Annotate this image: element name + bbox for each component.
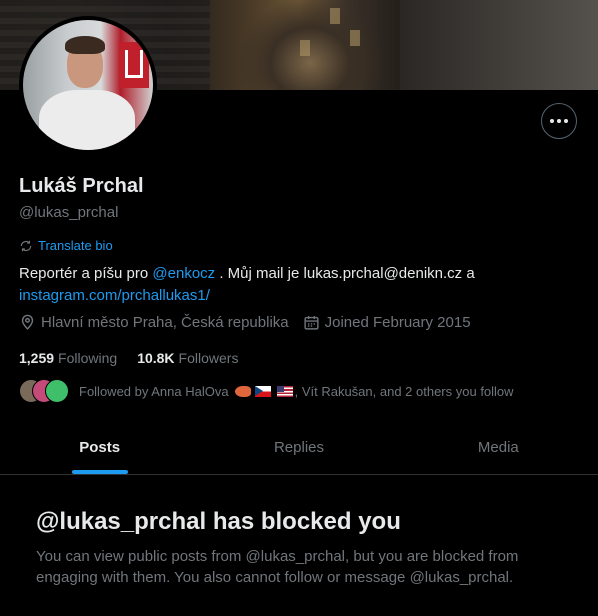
tab-label: Posts [79,439,121,456]
following-count: 1,259 [19,350,55,366]
followed-by-text: Followed by Anna HalOva [79,383,229,399]
us-flag-icon [276,385,293,397]
bio-website-link[interactable]: instagram.com/prchallukas1/ [19,287,210,304]
bio-text: . Můj mail je lukas.prchal@denikn.cz a [215,265,475,282]
profile-stats: 1,259 Following 10.8K Followers [19,350,238,366]
followed-by-row[interactable]: Followed by Anna HalOva , Vít Rakušan, a… [19,379,514,403]
joined-text: Joined February 2015 [324,314,471,331]
followers-label: Followers [178,350,239,366]
czech-flag-icon [254,385,271,397]
more-icon [550,119,568,123]
banner-window [330,8,340,24]
following-link[interactable]: 1,259 Following [19,350,117,366]
avatar-background-logo [119,42,149,88]
profile-tabs: Posts Replies Media [0,421,598,475]
blocked-message: You can view public posts from @lukas_pr… [36,548,519,586]
active-tab-indicator [71,470,128,474]
blocked-title: @lukas_prchal has blocked you [36,508,401,535]
banner-window [350,30,360,46]
location-icon [21,314,34,330]
tab-media[interactable]: Media [399,421,598,474]
following-label: Following [58,350,118,366]
followers-count: 10.8K [137,350,175,366]
profile-meta: Hlavní město Praha, Česká republika Join… [19,314,485,331]
followed-by-others-text: , Vít Rakušan, and 2 others you follow [294,383,514,399]
profile-joined: Joined February 2015 [303,314,471,331]
profile-bio: Reportér a píšu pro @enkocz . Můj mail j… [19,263,579,307]
banner-building-right [400,0,598,90]
translate-bio-label: Translate bio [38,238,113,253]
banner-window [300,40,310,56]
translate-icon [20,240,32,251]
tab-replies[interactable]: Replies [199,421,398,474]
tab-posts[interactable]: Posts [0,421,199,474]
translate-bio-link[interactable]: Translate bio [19,238,113,253]
profile-location: Hlavní město Praha, Česká republika [19,314,289,331]
calendar-icon [304,316,319,330]
follower-avatar [45,379,69,403]
profile-name: Lukáš Prchal [19,175,144,197]
shrimp-emoji-icon [234,385,251,397]
avatar-hair [65,36,105,54]
profile-avatar[interactable] [19,16,157,154]
location-text: Hlavní město Praha, Česká republika [41,314,289,331]
avatar-shirt [39,90,135,150]
followers-link[interactable]: 10.8K Followers [137,350,238,366]
more-options-button[interactable] [541,103,577,139]
tab-label: Replies [273,439,324,456]
tab-label: Media [477,439,519,456]
bio-mention-link[interactable]: @enkocz [152,265,215,282]
bio-text: Reportér a píšu pro [19,265,153,282]
profile-handle: @lukas_prchal [19,204,119,221]
follower-facepile [19,379,69,403]
